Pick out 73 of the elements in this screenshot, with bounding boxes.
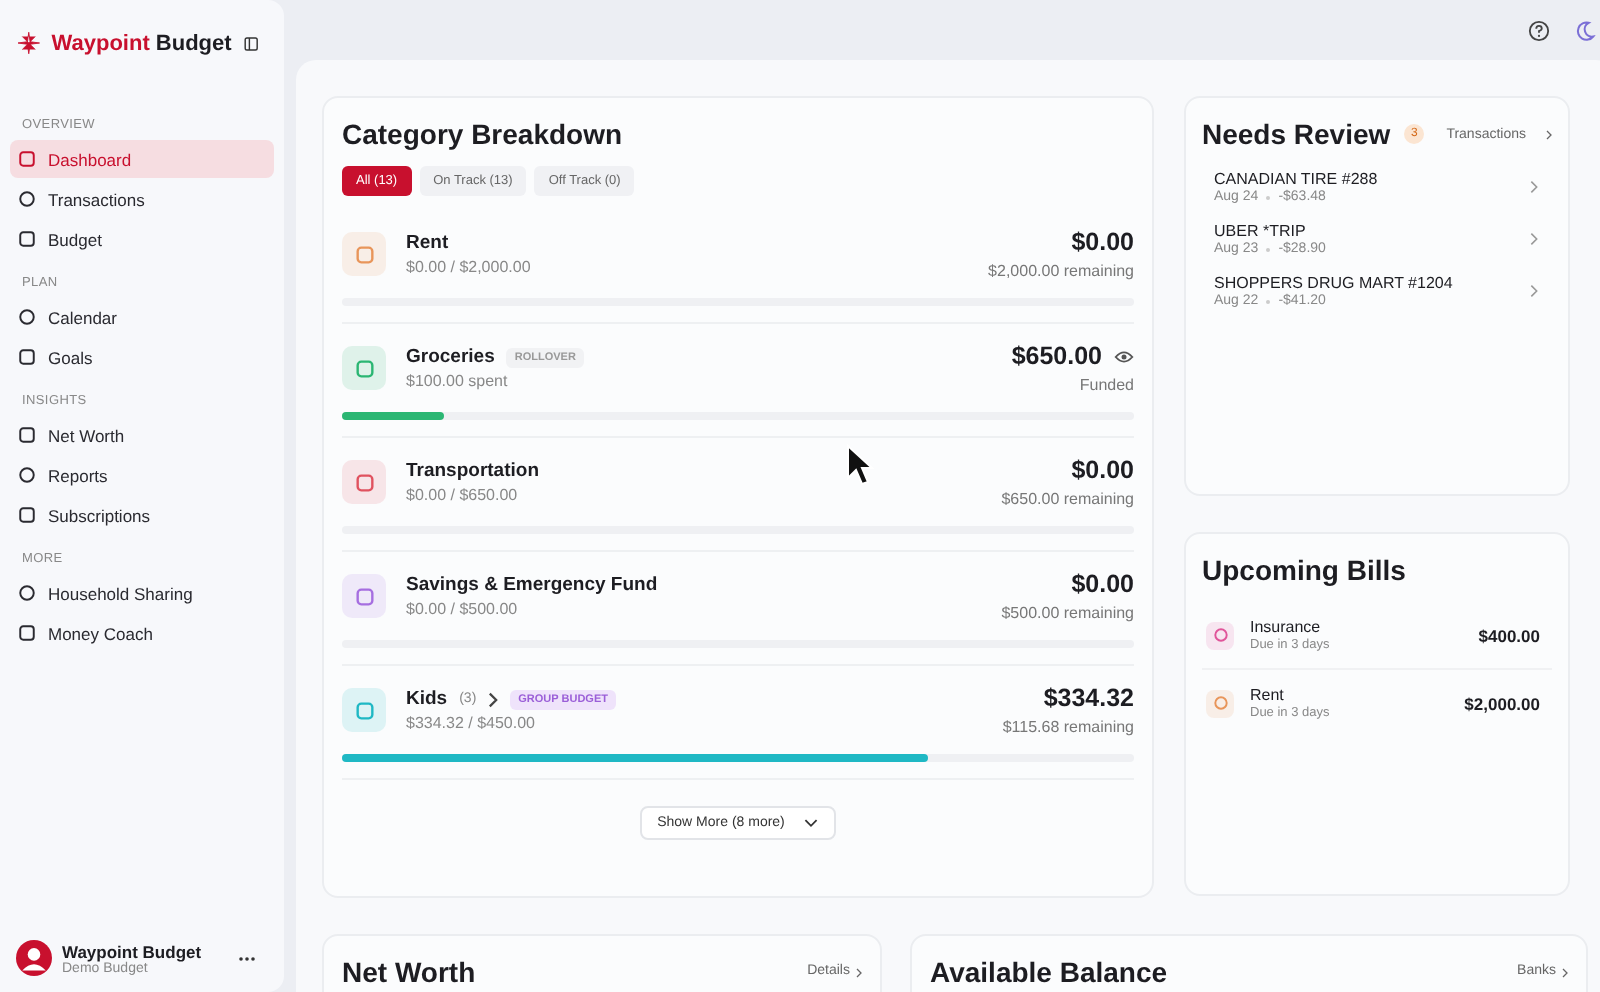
category-name: Groceries <box>406 346 495 368</box>
nav-item[interactable]: Subscriptions <box>10 496 274 534</box>
bill-amount: $2,000.00 <box>1464 693 1540 713</box>
category-detail: $0.00 / $650.00 <box>406 486 520 504</box>
card-title: Needs Review <box>1202 118 1391 150</box>
bill-amount: $400.00 <box>1478 625 1540 645</box>
bill-name: Rent <box>1250 686 1286 704</box>
category-name: Kids <box>406 688 448 710</box>
sidebar-toggle-icon[interactable] <box>243 33 258 53</box>
chevron-right-icon <box>1546 130 1552 140</box>
category-detail: $0.00 / $500.00 <box>406 600 520 618</box>
nav-item[interactable]: Net Worth <box>10 416 274 454</box>
category-amount: $650.00 <box>1011 342 1102 370</box>
moon-icon[interactable] <box>1574 19 1596 41</box>
chevron-right-icon <box>1562 968 1568 978</box>
card-title: Net Worth <box>342 956 476 988</box>
chevron-right-icon <box>1530 284 1538 298</box>
card-title: Available Balance <box>930 956 1168 988</box>
nav-item[interactable]: Reports <box>10 456 274 494</box>
category-amount: $0.00 <box>1071 570 1134 598</box>
nav-icon <box>18 190 36 208</box>
nav-icon <box>18 150 36 168</box>
nav-icon <box>18 624 36 642</box>
separator-dot-icon <box>1266 299 1271 303</box>
merchant-name: UBER *TRIP <box>1214 222 1308 240</box>
category-status: $115.68 remaining <box>1002 718 1134 736</box>
nav-item[interactable]: Dashboard <box>10 140 274 178</box>
card-title: Category Breakdown <box>342 118 625 150</box>
merchant-name: CANADIAN TIRE #288 <box>1214 170 1380 188</box>
category-amount: $0.00 <box>1071 228 1134 256</box>
separator-dot-icon <box>1266 195 1271 199</box>
chevron-right-icon <box>856 968 862 978</box>
nav-icon <box>18 584 36 602</box>
brand-name: Waypoint Budget <box>51 31 232 55</box>
nav-item[interactable]: Budget <box>10 220 274 258</box>
eye-icon[interactable] <box>1114 349 1134 363</box>
chevron-right-icon[interactable] <box>488 691 499 707</box>
nav-item[interactable]: Household Sharing <box>10 574 274 612</box>
category-name: Savings & Emergency Fund <box>406 574 658 596</box>
mouse-cursor-icon <box>846 444 874 488</box>
nav-item[interactable]: Calendar <box>10 298 274 336</box>
category-amount: $334.32 <box>1043 684 1134 712</box>
category-status: $2,000.00 remaining <box>988 262 1134 280</box>
merchant-name: SHOPPERS DRUG MART #1204 <box>1214 274 1455 292</box>
caret-down-icon <box>804 818 819 828</box>
category-status: $650.00 remaining <box>1001 490 1134 508</box>
category-amount: $0.00 <box>1071 456 1134 484</box>
nav-icon <box>18 466 36 484</box>
nav-item[interactable]: Money Coach <box>10 614 274 652</box>
category-status: $500.00 remaining <box>1001 604 1134 622</box>
category-name: Rent <box>406 232 449 254</box>
card-title: Upcoming Bills <box>1202 554 1408 586</box>
nav-icon <box>18 308 36 326</box>
category-detail: $334.32 / $450.00 <box>406 714 538 732</box>
help-icon[interactable] <box>1528 19 1550 41</box>
chevron-right-icon <box>1530 180 1538 194</box>
chevron-right-icon <box>1530 232 1538 246</box>
nav-item[interactable]: Goals <box>10 338 274 376</box>
more-icon[interactable] <box>238 955 256 961</box>
user-name: Waypoint Budget <box>62 941 202 961</box>
category-detail: $100.00 spent <box>406 372 510 390</box>
category-status: Funded <box>1077 376 1134 394</box>
nav-item[interactable]: Transactions <box>10 180 274 218</box>
nav-icon <box>18 506 36 524</box>
category-detail: $0.00 / $2,000.00 <box>406 258 533 276</box>
nav-icon <box>18 426 36 444</box>
separator-dot-icon <box>1266 247 1271 251</box>
avatar-icon <box>16 940 52 976</box>
nav-icon <box>18 348 36 366</box>
compass-star-logo-icon <box>18 28 40 58</box>
category-name: Transportation <box>406 460 540 482</box>
bill-name: Insurance <box>1250 618 1323 636</box>
nav-icon <box>18 230 36 248</box>
